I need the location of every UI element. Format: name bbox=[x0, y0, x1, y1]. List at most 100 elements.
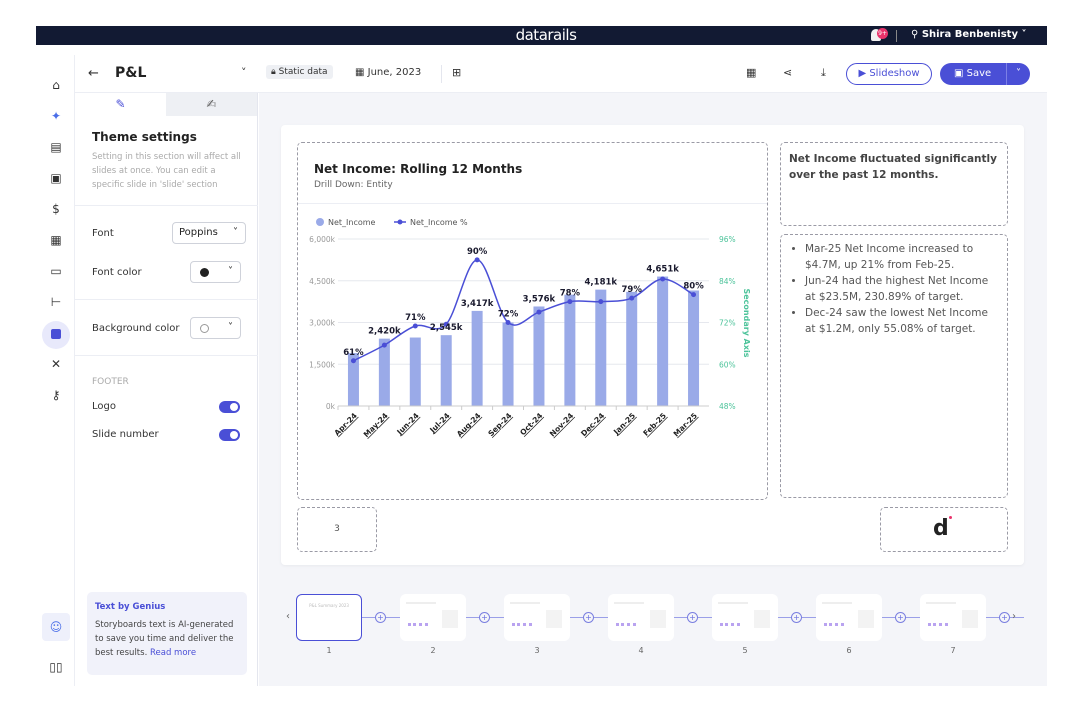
line-data-label: 78% bbox=[560, 289, 581, 299]
slide-thumbnail[interactable] bbox=[504, 594, 570, 641]
share-icon[interactable]: ⋖ bbox=[783, 66, 792, 79]
add-slide-button[interactable]: + bbox=[479, 612, 490, 623]
add-slide-button[interactable]: + bbox=[999, 612, 1010, 623]
tools-icon[interactable]: ✕ bbox=[48, 356, 64, 372]
top-bar: datarails 9+ ⚲ Shira Benbenisty ˅ bbox=[36, 26, 1047, 45]
money-bag-icon[interactable]: $ bbox=[48, 201, 64, 217]
legend-marker-line-dot bbox=[397, 219, 403, 225]
slide-thumbnail[interactable] bbox=[920, 594, 986, 641]
add-slide-button[interactable]: + bbox=[687, 612, 698, 623]
add-slide-button[interactable]: + bbox=[583, 612, 594, 623]
chevron-right-icon[interactable]: › bbox=[1012, 611, 1016, 622]
slide-number-toggle[interactable] bbox=[219, 429, 240, 441]
calendar-icon[interactable]: ▦ bbox=[48, 232, 64, 248]
logo-box[interactable]: d bbox=[880, 507, 1008, 552]
background-color-select[interactable]: ˅ bbox=[190, 317, 241, 339]
x-tick-label: Jan-25 bbox=[611, 411, 637, 437]
report-icon[interactable]: ▣ bbox=[48, 170, 64, 186]
chevron-left-icon[interactable]: ‹ bbox=[286, 611, 290, 622]
user-name: Shira Benbenisty bbox=[921, 29, 1018, 40]
add-slide-button[interactable]: + bbox=[375, 612, 386, 623]
grid-view-icon[interactable]: ⊞ bbox=[452, 66, 461, 79]
storyboard-icon[interactable] bbox=[42, 321, 70, 349]
book-icon[interactable]: ▯▯ bbox=[48, 659, 64, 675]
font-label: Font bbox=[92, 228, 114, 239]
schedule-icon[interactable]: ▦ bbox=[746, 66, 756, 79]
panel-description: Setting in this section will affect all … bbox=[92, 152, 241, 190]
line-data-label: 90% bbox=[467, 247, 488, 257]
logo-toggle[interactable] bbox=[219, 401, 240, 413]
bar-data-label: 4,181k bbox=[585, 278, 618, 288]
slideshow-button[interactable]: ▶ Slideshow bbox=[846, 63, 932, 85]
user-menu[interactable]: ⚲ Shira Benbenisty ˅ bbox=[911, 29, 1026, 40]
tab-theme[interactable]: ✎ bbox=[75, 93, 166, 116]
add-slide-button[interactable]: + bbox=[895, 612, 906, 623]
play-icon: ▶ bbox=[858, 68, 870, 79]
y-tick-label: 0k bbox=[326, 402, 336, 411]
date-picker[interactable]: ▦ June, 2023 bbox=[355, 67, 421, 78]
chevron-down-icon: ˅ bbox=[233, 227, 238, 238]
datarails-logo: datarails bbox=[515, 26, 577, 44]
chat-icon[interactable]: ☺ bbox=[42, 613, 70, 641]
add-slide-button[interactable]: + bbox=[791, 612, 802, 623]
footer-label: FOOTER bbox=[92, 377, 129, 387]
key-icon[interactable]: ⚷ bbox=[48, 387, 64, 403]
x-tick-label: Apr-24 bbox=[332, 411, 358, 437]
hierarchy-icon[interactable]: ⊢ bbox=[48, 294, 64, 310]
save-button[interactable]: ▣ Save ˅ bbox=[940, 63, 1030, 85]
thumbnail-title: P&L Summary 2023 bbox=[309, 603, 349, 608]
company-logo: d bbox=[933, 516, 952, 541]
home-icon[interactable]: ⌂ bbox=[48, 77, 64, 93]
chart-container[interactable]: Net Income: Rolling 12 Months Drill Down… bbox=[297, 142, 768, 500]
divider bbox=[896, 30, 897, 42]
folder-icon[interactable]: ▭ bbox=[48, 263, 64, 279]
user-icon: ⚲ bbox=[911, 29, 922, 40]
slide-thumbnail[interactable] bbox=[400, 594, 466, 641]
slide-thumbnail[interactable]: P&L Summary 2023 bbox=[296, 594, 362, 641]
line-point bbox=[412, 323, 418, 329]
line-point bbox=[598, 299, 604, 305]
slide-thumbnail[interactable] bbox=[608, 594, 674, 641]
y2-axis-title: Secondary Axis bbox=[742, 288, 751, 357]
line-point bbox=[474, 257, 480, 263]
bar bbox=[409, 337, 421, 406]
slide-number-box[interactable]: 3 bbox=[297, 507, 377, 552]
line-data-label: 79% bbox=[622, 285, 643, 295]
download-icon[interactable]: ⤓ bbox=[821, 66, 826, 80]
thumbnail-number: 5 bbox=[742, 646, 748, 655]
x-tick-label: Nov-24 bbox=[548, 411, 575, 438]
x-tick-label: Oct-24 bbox=[518, 411, 544, 437]
save-icon: ▣ bbox=[954, 68, 967, 79]
bar bbox=[564, 294, 576, 406]
x-tick-label: May-24 bbox=[362, 411, 390, 439]
legend-marker-bar bbox=[316, 218, 324, 226]
theme-panel: ✎ ✍ Theme settings Setting in this secti… bbox=[75, 93, 258, 686]
back-arrow-icon[interactable]: ← bbox=[88, 66, 99, 81]
font-color-select[interactable]: ˅ bbox=[190, 261, 241, 283]
clipboard-icon[interactable]: ▤ bbox=[48, 139, 64, 155]
slide-thumbnail[interactable] bbox=[816, 594, 882, 641]
slide-thumbnail[interactable] bbox=[712, 594, 778, 641]
logo-label: Logo bbox=[92, 401, 116, 412]
brush-icon: ✎ bbox=[115, 97, 126, 111]
genius-info-card: Text by Genius Storyboards text is AI-ge… bbox=[87, 592, 247, 675]
tab-slide[interactable]: ✍ bbox=[166, 93, 257, 116]
x-tick-label: Sep-24 bbox=[486, 411, 513, 438]
legend-label: Net_Income bbox=[328, 218, 376, 227]
bar bbox=[533, 306, 545, 406]
sparkle-icon[interactable]: ✦ bbox=[48, 108, 64, 124]
y-tick-label: 4,500k bbox=[309, 277, 335, 286]
y-tick-label: 1,500k bbox=[309, 360, 335, 369]
read-more-link[interactable]: Read more bbox=[150, 648, 196, 658]
summary-text-box[interactable]: Net Income fluctuated significantly over… bbox=[780, 142, 1008, 226]
thumbnail-number: 7 bbox=[950, 646, 956, 655]
bar-data-label: 2,545k bbox=[430, 323, 463, 333]
title-dropdown-chevron-icon[interactable]: ˅ bbox=[241, 66, 247, 79]
line-point bbox=[660, 276, 666, 282]
thumbnail-number: 2 bbox=[430, 646, 436, 655]
font-select[interactable]: Poppins ˅ bbox=[172, 222, 246, 244]
save-options-chevron-icon[interactable]: ˅ bbox=[1006, 63, 1030, 85]
bar bbox=[626, 291, 638, 406]
color-swatch bbox=[200, 268, 209, 277]
insights-text-box[interactable]: Mar-25 Net Income increased to $4.7M, up… bbox=[780, 234, 1008, 498]
